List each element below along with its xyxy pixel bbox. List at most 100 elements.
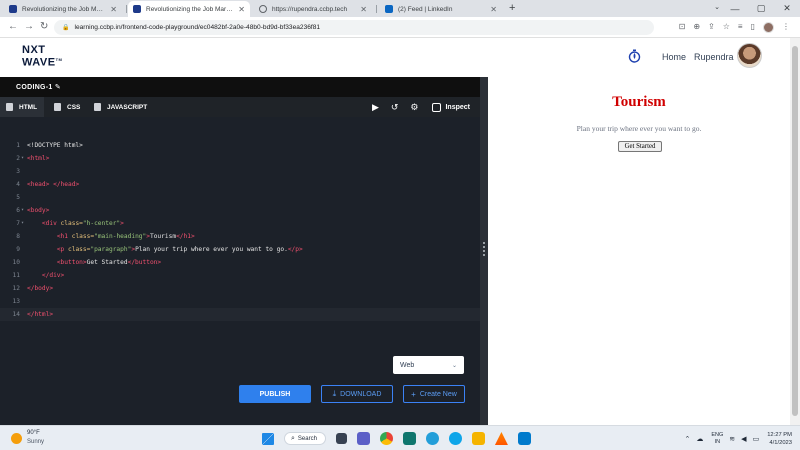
language-indicator[interactable]: ENG IN — [711, 432, 723, 446]
bookmark-star-icon[interactable]: ☆ — [723, 21, 730, 33]
browser-tab-3[interactable]: https://rupendra.ccbp.tech ✕ — [254, 1, 372, 17]
publish-button[interactable]: PUBLISH — [239, 385, 311, 403]
new-tab-button[interactable]: + — [509, 2, 515, 15]
weather-temperature[interactable]: 90°F — [27, 430, 40, 436]
code-text[interactable]: </html> — [27, 308, 53, 321]
vlc-icon[interactable] — [494, 432, 508, 445]
edge-icon[interactable] — [448, 432, 462, 445]
code-line[interactable]: 8 <h1 class="main-heading">Tourism</h1> — [0, 230, 480, 243]
weather-description[interactable]: Sunny — [27, 439, 44, 445]
browser-tab-1[interactable]: Revolutionizing the Job Market | ✕ — [4, 1, 122, 17]
browser-tab-2[interactable]: Revolutionizing the Job Market | ✕ — [128, 1, 250, 17]
teams-chat-icon[interactable] — [356, 432, 370, 445]
nav-home-link[interactable]: Home — [662, 52, 686, 62]
sun-weather-icon[interactable] — [11, 433, 22, 444]
code-line[interactable]: 12 </body> — [0, 282, 480, 295]
reload-icon[interactable]: ↻ — [40, 21, 48, 33]
download-button[interactable]: ⤓ DOWNLOAD — [321, 385, 393, 403]
streak-icon[interactable] — [628, 49, 641, 63]
minimize-icon[interactable]: — — [722, 4, 748, 14]
telegram-icon[interactable] — [425, 432, 439, 445]
code-text[interactable]: </div> — [27, 269, 64, 282]
profile-avatar[interactable] — [763, 21, 774, 33]
close-icon[interactable]: ✕ — [360, 5, 367, 14]
code-text[interactable]: <head> </head> — [27, 178, 79, 191]
scrollbar-thumb[interactable] — [792, 46, 798, 416]
code-text[interactable]: <h1 class="main-heading">Tourism</h1> — [27, 230, 195, 243]
battery-icon[interactable]: ▭ — [753, 435, 760, 443]
taskbar-clock[interactable]: 12:27 PM 4/1/2023 — [767, 431, 792, 447]
google-lens-icon[interactable]: ⊡ — [679, 21, 686, 33]
close-icon[interactable]: ✕ — [238, 5, 245, 14]
close-icon[interactable]: ✕ — [490, 5, 497, 14]
more-menu-icon[interactable]: ⋮ — [782, 21, 790, 33]
file-explorer-icon[interactable] — [471, 432, 485, 445]
code-text[interactable]: <p class="paragraph">Plan your trip wher… — [27, 243, 303, 256]
address-bar[interactable]: 🔒 learning.ccbp.in/frontend-code-playgro… — [54, 20, 654, 35]
code-line[interactable]: 6 ▾ <body> — [0, 204, 480, 217]
fold-chevron-icon[interactable]: ▾ — [21, 152, 24, 165]
fold-chevron-icon[interactable]: ▾ — [21, 217, 24, 230]
taskbar-apps: ⌕ Search — [262, 430, 541, 447]
tab-css[interactable]: CSS — [48, 97, 86, 117]
code-line[interactable]: 13 — [0, 295, 480, 308]
code-text[interactable]: <html> — [27, 152, 49, 165]
pane-splitter[interactable] — [480, 77, 488, 425]
code-text[interactable]: <button>Get Started</button> — [27, 256, 161, 269]
code-line[interactable]: 2 ▾ <html> — [0, 152, 480, 165]
code-line[interactable]: 9 <p class="paragraph">Plan your trip wh… — [0, 243, 480, 256]
user-avatar[interactable] — [737, 43, 762, 68]
nav-user-name[interactable]: Rupendra — [694, 52, 734, 62]
close-window-icon[interactable]: ✕ — [774, 3, 800, 14]
vscode-icon[interactable] — [517, 432, 531, 445]
view-mode-select[interactable]: Web ⌄ — [393, 356, 464, 374]
code-line[interactable]: 7 ▾ <div class="h-center"> — [0, 217, 480, 230]
code-line[interactable]: 1 <!DOCTYPE html> — [0, 139, 480, 152]
forward-arrow-icon[interactable]: → — [24, 21, 34, 33]
share-icon[interactable]: ⇪ — [708, 21, 715, 33]
zoom-icon[interactable]: ⊕ — [693, 21, 700, 33]
code-line[interactable]: 3 — [0, 165, 480, 178]
fold-chevron-icon[interactable]: ▾ — [21, 204, 24, 217]
code-line[interactable]: 10 <button>Get Started</button> — [0, 256, 480, 269]
reading-list-icon[interactable]: ≡ — [738, 21, 743, 33]
code-line[interactable]: 14 </html> — [0, 308, 480, 321]
tab-javascript[interactable]: JAVASCRIPT — [88, 97, 153, 117]
page-scrollbar[interactable] — [790, 38, 800, 425]
code-line[interactable]: 5 — [0, 191, 480, 204]
settings-gear-icon[interactable]: ⚙ — [410, 101, 418, 113]
drag-handle-icon[interactable] — [483, 242, 485, 258]
code-text[interactable]: <div class="h-center"> — [27, 217, 124, 230]
cloud-icon[interactable]: ☁ — [696, 435, 703, 443]
close-icon[interactable]: ✕ — [110, 5, 117, 14]
project-name[interactable]: CODING-1 ✎ — [16, 83, 61, 91]
tab-html[interactable]: HTML — [0, 97, 44, 117]
code-text[interactable]: </body> — [27, 282, 53, 295]
inspect-checkbox[interactable] — [432, 102, 442, 112]
chevron-up-icon[interactable]: ⌃ — [685, 435, 691, 443]
browser-tab-4[interactable]: (2) Feed | LinkedIn ✕ — [380, 1, 502, 17]
chevron-down-icon[interactable]: ⌄ — [714, 3, 720, 11]
windows-start-icon[interactable] — [262, 432, 274, 445]
chrome-icon[interactable] — [379, 432, 393, 445]
create-new-button[interactable]: + Create New — [403, 385, 465, 403]
code-text[interactable]: <body> — [27, 204, 49, 217]
task-view-icon[interactable] — [335, 433, 347, 444]
nxtwave-logo[interactable]: NXT WAVETM — [22, 45, 62, 69]
get-started-button[interactable]: Get Started — [618, 141, 662, 152]
taskbar-search[interactable]: ⌕ Search — [284, 432, 326, 445]
inspect-toggle[interactable]: Inspect — [432, 102, 470, 112]
code-line[interactable]: 4 <head> </head> — [0, 178, 480, 191]
code-text[interactable]: <!DOCTYPE html> — [27, 139, 83, 152]
wifi-icon[interactable]: ≋ — [729, 435, 735, 443]
maximize-icon[interactable]: ▢ — [748, 3, 774, 14]
volume-icon[interactable]: ◀ — [741, 435, 746, 443]
code-line[interactable]: 11 </div> — [0, 269, 480, 282]
edit-pencil-icon[interactable]: ✎ — [55, 84, 61, 91]
back-arrow-icon[interactable]: ← — [8, 21, 18, 33]
microsoft-store-icon[interactable] — [402, 432, 416, 445]
code-editor[interactable]: 1 <!DOCTYPE html> 2 ▾ <html> 3 4 <head> </head>… — [0, 117, 480, 425]
reset-icon[interactable]: ↺ — [391, 101, 399, 113]
side-panel-icon[interactable]: ▯ — [751, 21, 755, 33]
run-play-icon[interactable]: ▶ — [372, 101, 379, 113]
